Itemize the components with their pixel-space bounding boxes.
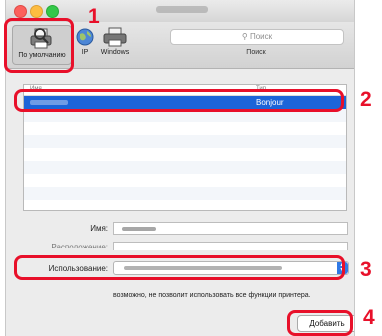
step-number-2: 2 (360, 88, 372, 111)
windows-label: Windows (100, 49, 130, 56)
windows-printers-button[interactable]: Windows (98, 27, 132, 56)
ip-label: IP (81, 49, 89, 56)
name-value-redacted (122, 227, 156, 231)
zoom-window-button[interactable] (46, 5, 59, 18)
list-row-empty (24, 174, 346, 187)
search-icon: ⚲ (241, 32, 248, 41)
list-row-empty (24, 122, 346, 135)
ip-printers-button[interactable]: IP (76, 27, 94, 56)
window-title (156, 6, 208, 13)
minimize-window-button[interactable] (30, 5, 43, 18)
step-number-4: 4 (363, 306, 375, 329)
step-number-1: 1 (88, 5, 100, 28)
close-window-button[interactable] (14, 5, 27, 18)
callout-box-4 (287, 310, 353, 336)
step-number-3: 3 (360, 258, 372, 281)
name-label: Имя: (90, 224, 108, 233)
search-field[interactable]: ⚲ Поиск (170, 29, 344, 45)
callout-box-2 (14, 89, 344, 112)
list-row-empty (24, 148, 346, 161)
windows-printer-icon (103, 27, 127, 47)
use-note: возможно, не позволит использовать все ф… (113, 292, 311, 299)
name-field[interactable] (113, 222, 348, 235)
location-label: Расположение: (51, 243, 108, 248)
callout-box-3 (14, 255, 345, 280)
location-field[interactable] (113, 242, 348, 250)
globe-icon (76, 28, 94, 46)
callout-box-1 (4, 18, 74, 73)
search-placeholder: Поиск (249, 32, 273, 41)
list-row-empty (24, 161, 346, 174)
list-row-empty (24, 187, 346, 200)
list-row-empty (24, 135, 346, 148)
search-caption: Поиск (246, 49, 266, 56)
